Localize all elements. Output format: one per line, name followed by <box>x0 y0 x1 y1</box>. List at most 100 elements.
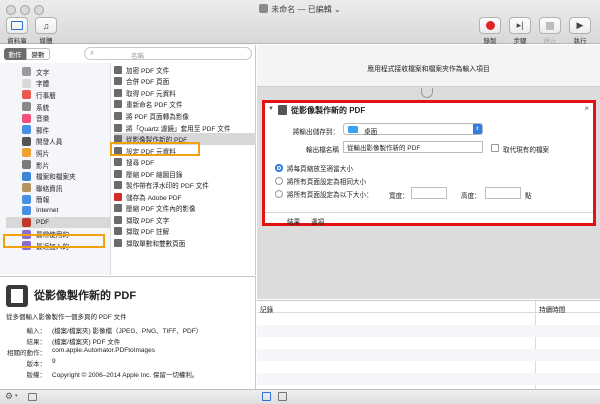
action-item[interactable]: 製作帶有浮水印的 PDF 文件 <box>114 180 256 192</box>
action-item[interactable]: 合併 PDF 頁面 <box>114 76 256 88</box>
action-icon <box>114 215 122 224</box>
replace-label: 取代現有的檔案 <box>503 147 550 154</box>
category-icon <box>22 136 31 146</box>
log-view-icon[interactable] <box>262 392 271 401</box>
record-button[interactable] <box>479 17 501 34</box>
category-item[interactable]: 檔案和檔案夾 <box>6 170 110 182</box>
action-item[interactable]: 將「Quartz 濾鏡」套用至 PDF 文件 <box>114 122 256 134</box>
filename-input[interactable]: 從輸出影像製作新的 PDF <box>343 141 483 153</box>
description-value: 9 <box>52 358 56 365</box>
pdf-category-highlight <box>3 234 105 248</box>
gear-icon[interactable]: ⚙ <box>5 391 13 402</box>
tab-results[interactable]: 結果 <box>287 216 300 226</box>
category-label: 字體 <box>36 81 50 89</box>
action-item[interactable]: 壓縮 PDF 縮圖目錄 <box>114 168 256 180</box>
disclosure-triangle-icon[interactable]: ▼ <box>268 106 274 112</box>
action-item[interactable]: 搜尋 PDF <box>114 156 256 168</box>
action-close-icon[interactable]: × <box>584 104 589 113</box>
action-item[interactable]: 擷取 PDF 文字 <box>114 214 256 226</box>
category-item[interactable]: 簡報 <box>6 194 110 206</box>
category-item[interactable]: 聯絡資訊 <box>6 182 110 194</box>
category-item[interactable]: 影片 <box>6 159 110 171</box>
variables-view-icon[interactable] <box>278 392 287 401</box>
category-label: 音樂 <box>36 116 50 124</box>
category-icon <box>22 90 31 100</box>
filename-label: 輸出檔名稱 <box>306 147 339 154</box>
action-label: 儲存為 Adobe PDF <box>126 194 182 202</box>
duration-column-header[interactable]: 持續時間 <box>539 304 565 314</box>
category-item[interactable]: 系統 <box>6 101 110 113</box>
category-label: 文字 <box>36 69 50 77</box>
radio-selected-icon[interactable] <box>275 163 283 172</box>
category-icon <box>22 78 31 88</box>
search-input[interactable]: ⌕ 名稱 <box>84 47 252 60</box>
category-item[interactable]: 音樂 <box>6 112 110 124</box>
step-button[interactable]: ▸| <box>509 17 531 34</box>
search-placeholder: 名稱 <box>131 53 144 60</box>
log-column-header[interactable]: 記錄 <box>260 304 273 314</box>
tab-variables[interactable]: 變數 <box>26 48 50 60</box>
log-stripe <box>257 373 600 385</box>
category-icon <box>22 194 31 204</box>
action-label: 擷取 PDF 文字 <box>126 217 170 225</box>
selected-action-highlight <box>110 142 200 156</box>
action-item[interactable]: 擷取單數和雙數頁面 <box>114 237 256 249</box>
action-item[interactable]: 取得 PDF 元資料 <box>114 87 256 99</box>
category-item[interactable]: 郵件 <box>6 124 110 136</box>
replace-checkbox[interactable] <box>491 144 499 152</box>
media-button[interactable]: ♫ <box>35 17 57 34</box>
automator-icon <box>259 4 269 13</box>
action-icon <box>114 169 122 178</box>
action-pdf-icon <box>278 105 287 115</box>
category-item[interactable]: 行事曆 <box>6 89 110 101</box>
save-to-value: 桌面 <box>364 129 378 136</box>
action-item[interactable]: 將 PDF 頁面轉為影像 <box>114 110 256 122</box>
unit-label: 點 <box>525 193 532 200</box>
category-label: Internet <box>36 207 59 215</box>
category-item[interactable]: 照片 <box>6 147 110 159</box>
action-item[interactable]: 擷取 PDF 註解 <box>114 226 256 238</box>
category-item[interactable]: Internet <box>6 205 110 217</box>
run-button[interactable]: ▶ <box>569 17 591 34</box>
width-input[interactable] <box>411 187 447 199</box>
stop-label: 停止 <box>543 38 557 45</box>
action-item[interactable]: 加密 PDF 文件 <box>114 64 256 76</box>
radio-icon[interactable] <box>275 176 283 185</box>
tab-actions[interactable]: 動作 <box>4 48 26 60</box>
divider <box>265 212 593 213</box>
library-toggle-button[interactable] <box>6 17 28 34</box>
title-menu-chevron-icon[interactable]: ⌄ <box>334 5 341 14</box>
height-input[interactable] <box>485 187 521 199</box>
log-stripe <box>257 325 600 337</box>
category-item[interactable]: 文字 <box>6 66 110 78</box>
action-label: 取得 PDF 元資料 <box>126 90 176 98</box>
radio-icon[interactable] <box>275 189 283 198</box>
description-key: 輸入： <box>26 328 47 335</box>
action-item[interactable]: 壓縮 PDF 文件內的影像 <box>114 203 256 215</box>
action-item[interactable]: 儲存為 Adobe PDF <box>114 191 256 203</box>
description-toggle-icon[interactable] <box>28 393 37 401</box>
category-icon <box>22 102 31 112</box>
category-item[interactable]: 開發人員 <box>6 136 110 148</box>
stop-icon <box>546 21 554 30</box>
tab-options[interactable]: 選項 <box>311 216 324 226</box>
action-label: 重新命名 PDF 文件 <box>126 102 183 110</box>
category-label: 照片 <box>36 150 50 158</box>
workflow-hint: 應用程式接收檔案和檔案夾作為輸入項目 <box>367 66 490 73</box>
action-item[interactable]: 重新命名 PDF 文件 <box>114 99 256 111</box>
save-to-popup[interactable]: 桌面 ⇕ <box>343 123 483 136</box>
action-icon <box>114 227 122 236</box>
category-label: 檔案和檔案夾 <box>36 174 76 182</box>
radio-label: 將所有頁面設定為以下大小： <box>287 191 373 199</box>
stop-button[interactable] <box>539 17 561 34</box>
radio-option[interactable]: 將所有頁面設定為相同大小 <box>275 174 595 187</box>
category-item[interactable]: 字體 <box>6 78 110 90</box>
pdf-document-icon <box>6 285 28 307</box>
category-label: PDF <box>36 219 50 227</box>
gear-menu-chevron-icon: ▾ <box>15 393 18 399</box>
action-icon <box>114 88 122 97</box>
category-item[interactable]: PDF <box>6 216 110 229</box>
record-label: 錄製 <box>483 38 497 45</box>
radio-option[interactable]: 將每頁縮放至適當大小 <box>275 161 595 174</box>
category-label: 郵件 <box>36 127 50 135</box>
